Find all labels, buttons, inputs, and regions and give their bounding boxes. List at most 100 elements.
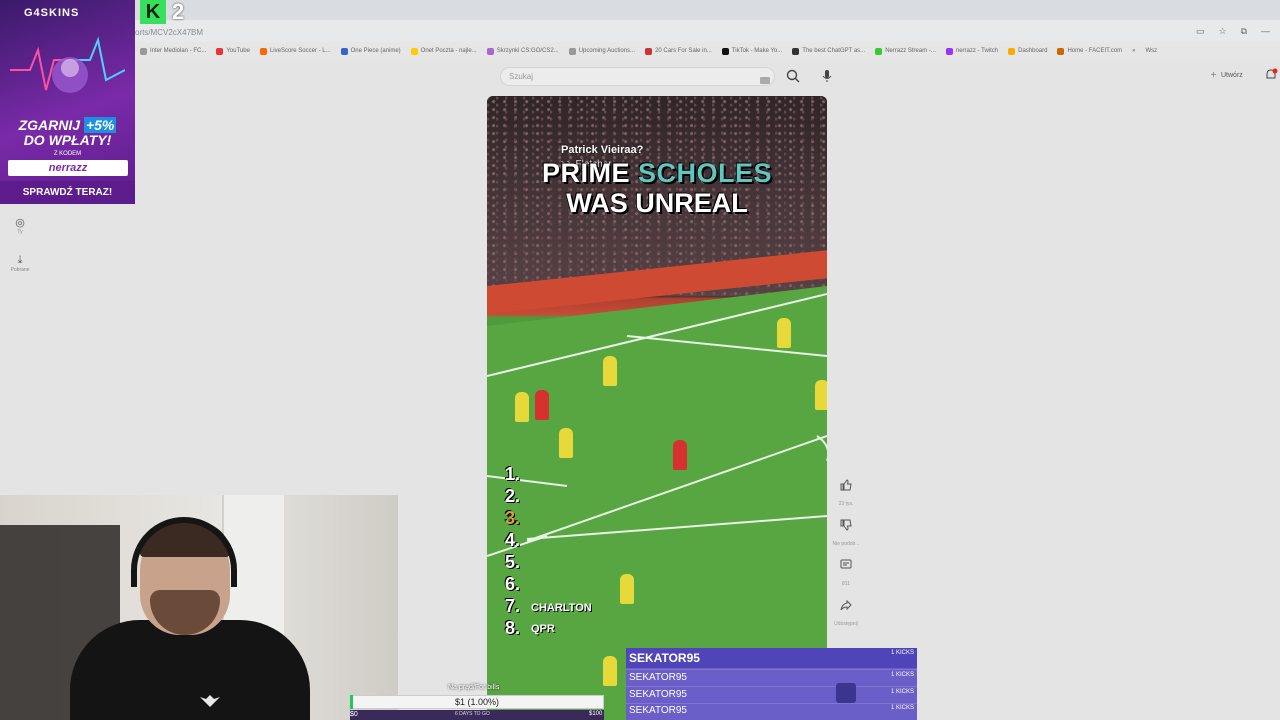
bookmark-item[interactable]: YouTube (216, 47, 250, 55)
goal-progress-text: $1 (1.00%) (454, 697, 500, 707)
thumbs-up-icon (840, 479, 852, 491)
ad-cta: SPRAWDŹ TERAZ! (0, 181, 135, 204)
kicks-row: SEKATOR95 1 KICKS (626, 703, 917, 720)
bookmark-item[interactable]: The best ChatGPT as... (792, 47, 865, 55)
extensions-icon[interactable]: ⧉ (1241, 26, 1247, 37)
bookmarks-all[interactable]: Wsz (1146, 48, 1158, 54)
bookmarks-bar: Inter Mediolan - FC... YouTube LiveScore… (140, 43, 1280, 59)
bookmark-item[interactable]: Dashboard (1008, 47, 1047, 55)
bookmark-item[interactable]: LiveScore Soccer - L... (259, 47, 331, 55)
comment-count: 811 (842, 581, 850, 587)
player-yellow (603, 356, 617, 386)
rank-number: 7. (505, 596, 521, 616)
kicks-row: SEKATOR95 1 KICKS (626, 669, 917, 686)
rank-number: 3. (505, 508, 521, 528)
dislike-button[interactable] (836, 518, 856, 537)
window-menu-icon[interactable]: — (1261, 26, 1270, 37)
kicks-top-user: SEKATOR95 (629, 651, 700, 665)
kick-logo: K (140, 0, 166, 24)
thumbs-down-icon (840, 519, 852, 531)
ad-headline-2: DO WPŁATY! (23, 132, 112, 148)
toolbar-icons: ▭ ☆ ⧉ — (1196, 26, 1270, 37)
kicks-amount: 1 KICKS (890, 672, 914, 678)
bookmark-item[interactable]: 20 Cars For Sale in... (645, 47, 712, 55)
address-bar-url[interactable]: orts/MCV2cX47BM (135, 28, 203, 37)
video-caption-question: Patrick Vieiraa? (561, 144, 644, 156)
like-count: 23 tys. (838, 501, 854, 507)
bookmark-item[interactable]: Skrzynki CS:GO/CS2... (486, 47, 559, 55)
search-icon[interactable] (784, 67, 802, 85)
bookmark-item[interactable]: Home - FACEIT.com (1057, 47, 1122, 55)
kicks-row: SEKATOR95 1 KICKS (626, 686, 917, 703)
ad-promo-code: nerrazz (8, 160, 128, 176)
kicks-user: SEKATOR95 (629, 705, 687, 716)
rank-number: 1. (505, 464, 521, 484)
sidebar-item-downloads[interactable]: ⤓ Pobrane (6, 254, 34, 273)
rank-name: CHARLTON (531, 602, 592, 614)
kicks-user: SEKATOR95 (629, 672, 687, 683)
player-yellow (815, 380, 827, 410)
sponsor-logo: G4SKINS (24, 7, 80, 19)
account-icon: ◎ (15, 217, 25, 229)
bookmark-item[interactable]: nerrazz - Twitch (945, 47, 998, 55)
download-icon: ⤓ (17, 254, 23, 266)
notifications-bell-icon[interactable] (1264, 68, 1278, 82)
bookmark-item[interactable]: Onet Poczta - najle... (410, 47, 477, 55)
goal-title: Na prąd/For bills (448, 684, 500, 691)
bookmark-item[interactable]: Nerrazz Stream -... (875, 47, 936, 55)
share-label: Udostępnij (834, 621, 858, 627)
rank-name: QPR (531, 623, 555, 635)
kicks-amount: 1 KICKS (890, 689, 914, 695)
browser-tab-bar (0, 0, 1280, 20)
rank-number: 6. (505, 574, 521, 594)
bookmark-item[interactable]: One Piece (anime) (340, 47, 401, 55)
goal-max: $100 (589, 711, 603, 717)
rank-number: 8. (505, 618, 521, 638)
video-title-line1: PRIME SCHOLES (541, 158, 773, 188)
sponsor-ad-banner: G4SKINS ZGARNIJ +5% DO WPŁATY! Z KODEM n… (0, 0, 135, 204)
comments-button[interactable] (836, 558, 856, 577)
bookmark-item[interactable]: Inter Mediolan - FC... (140, 47, 206, 55)
sidebar-item-you[interactable]: ◎ Ty (6, 216, 34, 235)
bookmark-item[interactable]: Upcoming Auctions... (568, 47, 635, 55)
kicks-top-amount: 1 KICKS (890, 650, 914, 656)
kicks-user: SEKATOR95 (629, 689, 687, 700)
player-yellow (515, 392, 529, 422)
create-button[interactable]: ＋ Utwórz (1210, 70, 1243, 80)
video-title-line2: WAS UNREAL (566, 188, 748, 218)
bookmarks-more[interactable]: » (1132, 48, 1135, 54)
keyboard-icon[interactable] (760, 72, 770, 84)
kicks-feed-top: SEKATOR95 1 KICKS (626, 648, 917, 668)
search-input[interactable]: Szukaj (500, 67, 775, 86)
ad-headline-1: ZGARNIJ +5% (18, 117, 117, 133)
streamer-body (70, 620, 310, 720)
share-icon (840, 599, 852, 611)
share-button[interactable] (836, 598, 856, 617)
comment-icon (840, 559, 852, 569)
player-yellow (559, 428, 573, 458)
shorts-video-player[interactable]: Patrick Vieiraa? >> Fletcher PRIME SCHOL… (487, 96, 827, 720)
screen-cast-icon[interactable]: ▭ (1196, 26, 1205, 37)
like-button[interactable] (836, 478, 856, 497)
rank-number: 2. (505, 486, 521, 506)
kicks-badge-icon (836, 683, 856, 703)
rank-number: 5. (505, 552, 521, 572)
plus-icon: ＋ (1210, 72, 1217, 79)
player-yellow (603, 656, 617, 686)
player-red (673, 440, 687, 470)
kicks-feed: SEKATOR95 1 KICKS SEKATOR95 1 KICKS SEKA… (626, 648, 917, 720)
ad-character-illustration (10, 36, 125, 93)
player-yellow (620, 574, 634, 604)
microphone-icon[interactable] (818, 67, 836, 85)
rank-number: 4. (505, 530, 521, 550)
ad-code-label: Z KODEM (53, 151, 82, 157)
streamer-webcam (0, 495, 398, 720)
player-yellow (777, 318, 791, 348)
bookmark-item[interactable]: TikTok - Make Yo... (721, 47, 782, 55)
kick-badge-number: 2 (172, 0, 185, 24)
goal-time-left: 6 DAYS TO GO (455, 711, 490, 717)
dislike-label: Nie podob... (832, 541, 860, 547)
star-icon[interactable]: ☆ (1218, 26, 1226, 37)
kicks-amount: 1 KICKS (890, 705, 914, 711)
goal-min: $0 (350, 711, 358, 718)
